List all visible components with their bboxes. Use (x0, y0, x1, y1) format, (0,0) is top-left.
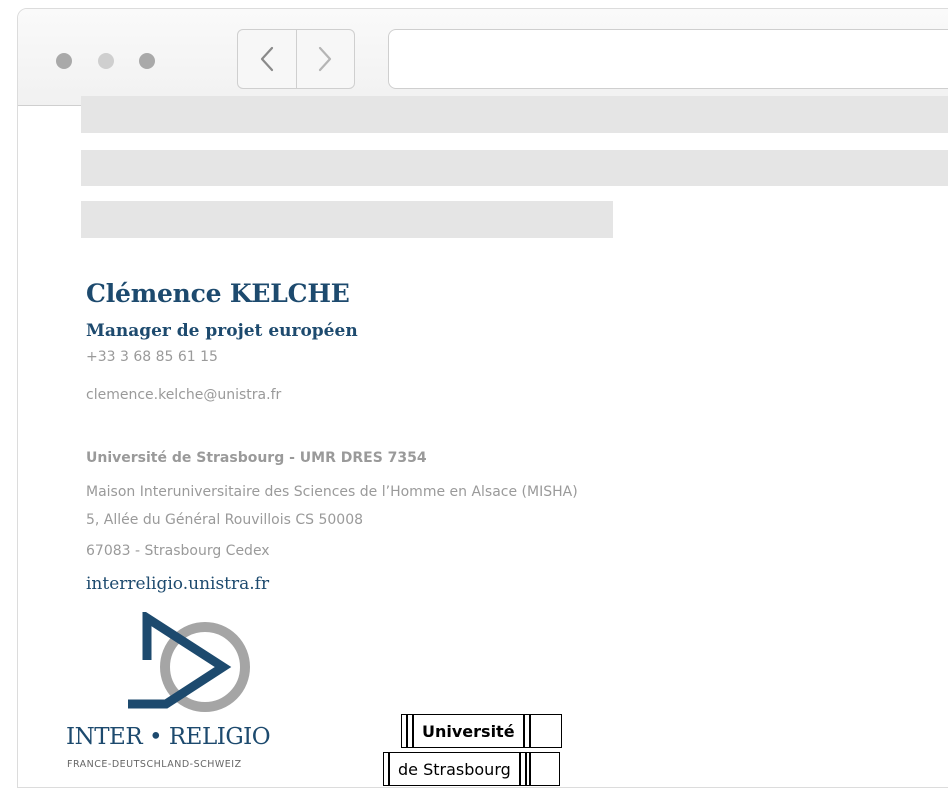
signature-name: Clémence KELCHE (86, 279, 350, 308)
address-bar[interactable] (388, 29, 948, 89)
signature-address-line: 5, Allée du Général Rouvillois CS 50008 (86, 512, 364, 528)
signature-email[interactable]: clemence.kelche@unistra.fr (86, 387, 281, 403)
inter-religio-logo: INTER • RELIGIO FRANCE-DEUTSCHLAND-SCHWE… (66, 612, 306, 782)
unistra-logo-line2: de Strasbourg (389, 752, 520, 786)
forward-button[interactable] (295, 30, 355, 88)
inter-religio-title: INTER • RELIGIO (66, 724, 271, 750)
signature-phone[interactable]: +33 3 68 85 61 15 (86, 349, 218, 365)
chevron-left-icon (260, 46, 273, 72)
minimize-dot[interactable] (98, 53, 114, 69)
signature-role: Manager de projet européen (86, 321, 358, 341)
chevron-right-icon (319, 46, 332, 72)
signature-organization: Université de Strasbourg - UMR DRES 7354 (86, 450, 427, 466)
navigation-buttons (237, 29, 355, 89)
unistra-logo-line1: Université (413, 714, 524, 748)
inter-religio-subtitle: FRANCE-DEUTSCHLAND-SCHWEIZ (67, 759, 242, 770)
signature-address-line: Maison Interuniversitaire des Sciences d… (86, 484, 578, 500)
back-button[interactable] (238, 30, 296, 88)
signature-address-line: 67083 - Strasbourg Cedex (86, 543, 270, 559)
inter-religio-play-icon (128, 612, 250, 712)
browser-titlebar (18, 9, 948, 106)
signature-website-link[interactable]: interreligio.unistra.fr (86, 574, 269, 594)
placeholder-text-line (81, 150, 948, 186)
placeholder-text-line (81, 201, 613, 238)
placeholder-text-line (81, 96, 948, 133)
unistra-logo: Université de Strasbourg (383, 714, 593, 786)
close-dot[interactable] (56, 53, 72, 69)
maximize-dot[interactable] (139, 53, 155, 69)
